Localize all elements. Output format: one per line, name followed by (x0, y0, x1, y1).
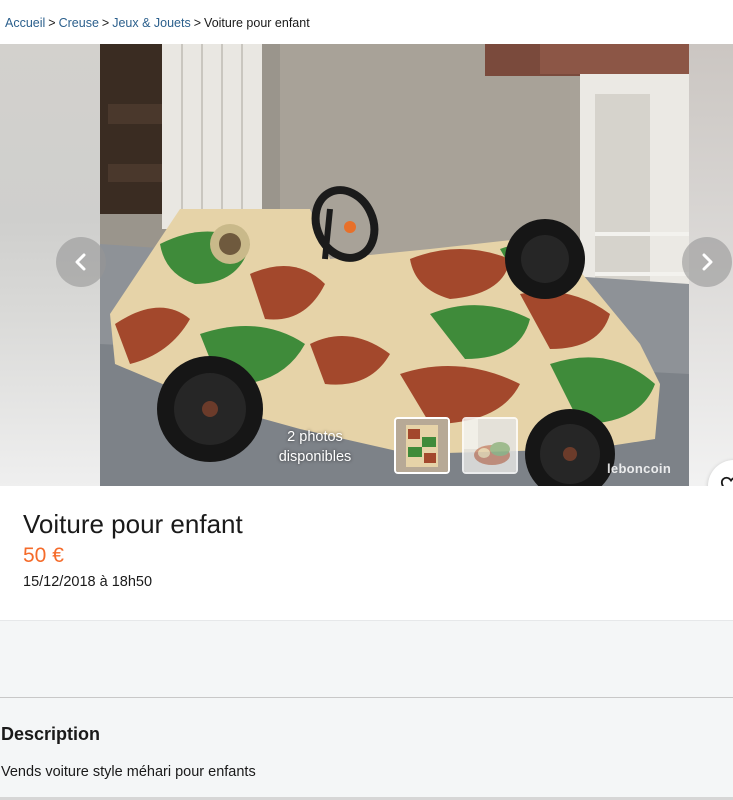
description-section: Description Vends voiture style méhari p… (0, 698, 733, 800)
thumbnail-image (464, 419, 516, 472)
breadcrumb-current: Voiture pour enfant (204, 16, 310, 30)
breadcrumb-separator: > (48, 16, 56, 30)
description-text: Vends voiture style méhari pour enfants (1, 764, 256, 780)
breadcrumb-link-jeux-jouets[interactable]: Jeux & Jouets (112, 16, 191, 30)
breadcrumb: Accueil > Creuse > Jeux & Jouets > Voiture pou… (0, 0, 733, 44)
listing-title: Voiture pour enfant (23, 509, 243, 539)
next-photo-button[interactable] (682, 237, 732, 287)
chevron-left-icon (75, 253, 86, 271)
section-spacer (0, 620, 733, 698)
thumbnail-image (396, 419, 448, 472)
breadcrumb-separator: > (101, 16, 110, 30)
photo-count-label: 2 photos disponibles (270, 427, 360, 467)
photo-count-number: 2 photos (287, 429, 343, 445)
breadcrumb-separator: > (193, 16, 202, 30)
photo-thumbnail-1[interactable] (394, 417, 450, 474)
listing-price: 50 € (23, 544, 64, 567)
listing-date: 15/12/2018 à 18h50 (23, 574, 153, 590)
description-heading: Description (1, 724, 101, 744)
breadcrumb-link-creuse[interactable]: Creuse (59, 16, 99, 30)
photo-gallery: 2 photos disponibles leboncoin (0, 44, 733, 486)
previous-photo-button[interactable] (56, 237, 106, 287)
photo-thumbnail-2[interactable] (462, 417, 518, 474)
leboncoin-watermark: leboncoin (607, 461, 672, 476)
listing-info-card: Voiture pour enfant 50 € 15/12/2018 à 18… (0, 486, 733, 620)
breadcrumb-link-accueil[interactable]: Accueil (5, 16, 45, 30)
photo-count-caption: disponibles (278, 449, 352, 465)
chevron-right-icon (702, 253, 713, 271)
